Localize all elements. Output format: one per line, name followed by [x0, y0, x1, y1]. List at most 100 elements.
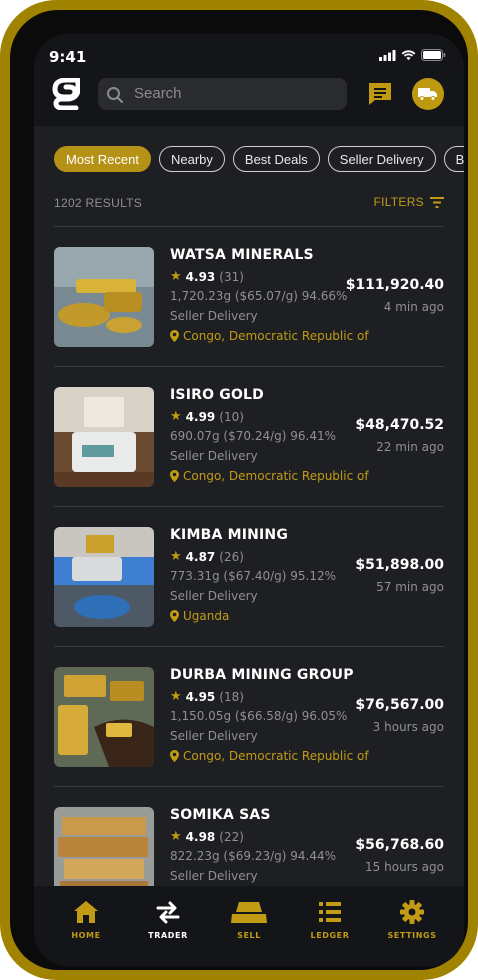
- chip-most-recent[interactable]: Most Recent: [54, 146, 151, 172]
- tab-ledger[interactable]: LEDGER: [295, 900, 365, 940]
- battery-icon: [421, 49, 446, 61]
- price: $76,567.00: [355, 697, 444, 713]
- location-text: Congo, Democratic Republic of: [183, 329, 369, 343]
- search-icon: [107, 87, 123, 103]
- location-text: Congo, Democratic Republic of: [183, 469, 369, 483]
- filters-label: FILTERS: [373, 195, 424, 209]
- gear-icon: [400, 900, 424, 924]
- chip-best-deals[interactable]: Best Deals: [232, 146, 320, 172]
- status-icons: [379, 49, 446, 61]
- filter-chips: Most Recent Nearby Best Deals Seller Del…: [54, 146, 464, 172]
- bottom-tab-bar: HOME TRADER SELL LEDGER SETTINGS: [34, 886, 464, 966]
- rating-value: 4.99: [185, 409, 216, 424]
- price: $56,768.60: [355, 837, 444, 853]
- delivery-type: Seller Delivery: [170, 449, 258, 463]
- messages-icon[interactable]: [366, 80, 394, 108]
- search-input[interactable]: Search: [98, 78, 347, 110]
- tab-trader[interactable]: TRADER: [133, 900, 203, 940]
- price: $48,470.52: [355, 417, 444, 433]
- delivery-type: Seller Delivery: [170, 589, 258, 603]
- listing-photo: [54, 527, 154, 627]
- chip-buy[interactable]: Buy: [443, 146, 464, 172]
- delivery-button[interactable]: [412, 78, 444, 110]
- delivery-type: Seller Delivery: [170, 309, 258, 323]
- listing-row[interactable]: KIMBA MINING ★ 4.87 (26) 773.31g ($67.40…: [54, 507, 444, 647]
- posted-time: 22 min ago: [376, 440, 444, 454]
- star-icon: ★: [170, 409, 182, 424]
- seller-name: ISIRO GOLD: [170, 387, 264, 403]
- location-pin-icon: [170, 750, 179, 762]
- weight-info: 1,720.23g ($65.07/g) 94.66%: [170, 289, 348, 303]
- tab-settings[interactable]: SETTINGS: [377, 900, 447, 940]
- location-text: Congo, Democratic Republic of: [183, 749, 369, 763]
- location: Uganda: [170, 609, 229, 623]
- list-icon: [319, 902, 341, 922]
- phone-bezel: 9:41 Search Most Recent Nearby Best Deal…: [10, 10, 468, 970]
- seller-name: DURBA MINING GROUP: [170, 667, 354, 683]
- delivery-type: Seller Delivery: [170, 869, 258, 883]
- swap-arrows-icon: [156, 901, 180, 924]
- tab-label: HOME: [71, 931, 101, 940]
- rating-value: 4.93: [185, 269, 216, 284]
- tab-sell[interactable]: SELL: [214, 900, 284, 940]
- chip-seller-delivery[interactable]: Seller Delivery: [327, 146, 436, 172]
- review-count: (26): [219, 549, 244, 564]
- price: $51,898.00: [355, 557, 444, 573]
- star-icon: ★: [170, 269, 182, 284]
- gold-bar-icon: [231, 902, 267, 923]
- listing-row[interactable]: ISIRO GOLD ★ 4.99 (10) 690.07g ($70.24/g…: [54, 367, 444, 507]
- posted-time: 3 hours ago: [372, 720, 444, 734]
- chip-nearby[interactable]: Nearby: [158, 146, 225, 172]
- posted-time: 15 hours ago: [365, 860, 444, 874]
- listing-row[interactable]: WATSA MINERALS ★ 4.93 (31) 1,720.23g ($6…: [54, 227, 444, 367]
- price: $111,920.40: [345, 277, 444, 293]
- seller-name: KIMBA MINING: [170, 527, 289, 543]
- seller-name: WATSA MINERALS: [170, 247, 314, 263]
- review-count: (18): [219, 689, 244, 704]
- home-icon: [74, 901, 98, 923]
- rating: ★ 4.95 (18): [170, 689, 244, 704]
- location-pin-icon: [170, 610, 179, 622]
- rating: ★ 4.99 (10): [170, 409, 244, 424]
- location: Congo, Democratic Republic of: [170, 749, 369, 763]
- wifi-icon: [401, 49, 416, 60]
- rating: ★ 4.93 (31): [170, 269, 244, 284]
- rating-value: 4.95: [185, 689, 216, 704]
- top-bar: 9:41 Search: [34, 34, 464, 126]
- status-time: 9:41: [49, 48, 87, 66]
- app-screen: 9:41 Search Most Recent Nearby Best Deal…: [34, 34, 464, 966]
- location-pin-icon: [170, 470, 179, 482]
- tab-label: LEDGER: [310, 931, 350, 940]
- star-icon: ★: [170, 689, 182, 704]
- review-count: (10): [219, 409, 244, 424]
- truck-icon: [418, 88, 437, 101]
- phone-frame: 9:41 Search Most Recent Nearby Best Deal…: [0, 0, 478, 980]
- filter-icon: [430, 196, 444, 208]
- location: Congo, Democratic Republic of: [170, 329, 369, 343]
- posted-time: 57 min ago: [376, 580, 444, 594]
- star-icon: ★: [170, 549, 182, 564]
- tab-home[interactable]: HOME: [51, 900, 121, 940]
- star-icon: ★: [170, 829, 182, 844]
- results-count: 1202 RESULTS: [54, 196, 143, 210]
- tab-label: TRADER: [148, 931, 188, 940]
- weight-info: 1,150.05g ($66.58/g) 96.05%: [170, 709, 348, 723]
- seller-name: SOMIKA SAS: [170, 807, 271, 823]
- filters-button[interactable]: FILTERS: [373, 195, 444, 209]
- tab-label: SELL: [237, 931, 261, 940]
- location-text: Uganda: [183, 609, 230, 623]
- listing-photo: [54, 247, 154, 347]
- weight-info: 690.07g ($70.24/g) 96.41%: [170, 429, 337, 443]
- location-pin-icon: [170, 330, 179, 342]
- listing-photo: [54, 667, 154, 767]
- listing-row[interactable]: DURBA MINING GROUP ★ 4.95 (18) 1,150.05g…: [54, 647, 444, 787]
- posted-time: 4 min ago: [383, 300, 444, 314]
- location: Congo, Democratic Republic of: [170, 469, 369, 483]
- signal-icon: [379, 49, 396, 61]
- rating: ★ 4.98 (22): [170, 829, 244, 844]
- delivery-type: Seller Delivery: [170, 729, 258, 743]
- review-count: (22): [219, 829, 244, 844]
- weight-info: 822.23g ($69.23/g) 94.44%: [170, 849, 337, 863]
- app-logo[interactable]: [52, 78, 80, 110]
- tab-label: SETTINGS: [387, 931, 437, 940]
